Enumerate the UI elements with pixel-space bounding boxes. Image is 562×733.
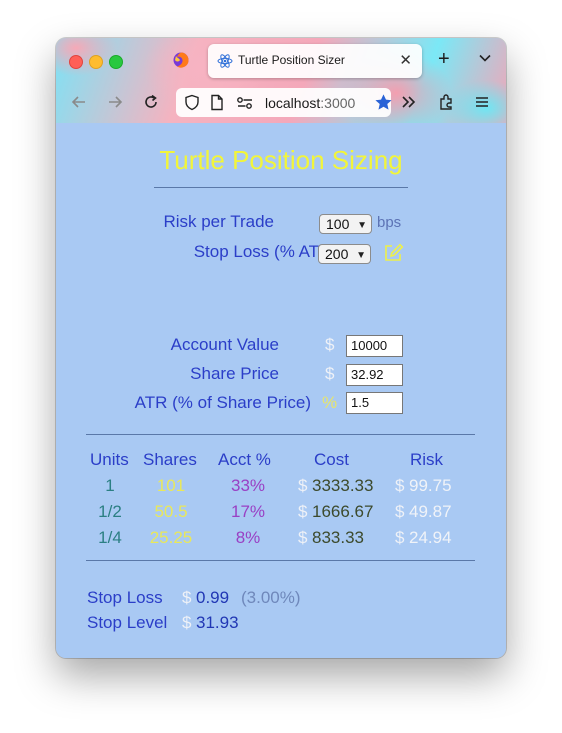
cell-shares: 25.25: [149, 528, 193, 547]
dollar-sign: $: [395, 502, 405, 521]
dollar-sign: $: [182, 588, 192, 607]
page-icon[interactable]: [210, 94, 224, 111]
stop-loss-summary-value: 0.99: [196, 588, 230, 607]
stop-loss-summary-label: Stop Loss: [87, 588, 163, 607]
header-units: Units: [90, 450, 129, 469]
cell-units: 1/2: [98, 502, 122, 521]
risk-per-trade-select[interactable]: 100 ▼: [319, 214, 372, 234]
account-value-input[interactable]: 10000: [346, 335, 403, 357]
close-window-button[interactable]: [69, 55, 83, 69]
firefox-icon[interactable]: [173, 52, 189, 68]
react-logo-icon: [217, 54, 233, 68]
stop-loss-summary-percent: (3.00%): [241, 588, 301, 607]
risk-per-trade-label: Risk per Trade: [163, 212, 274, 231]
share-price-label: Share Price: [190, 364, 279, 383]
zoom-window-button[interactable]: [109, 55, 123, 69]
forward-arrow-icon[interactable]: [106, 93, 124, 111]
shield-icon[interactable]: [184, 94, 200, 111]
tab-bar: Turtle Position Sizer ✕ +: [56, 38, 506, 82]
risk-per-trade-value: 100: [326, 216, 350, 232]
overflow-chevrons-icon[interactable]: [400, 93, 418, 111]
cell-cost: 833.33: [312, 528, 364, 547]
dollar-sign: $: [298, 502, 308, 521]
minimize-window-button[interactable]: [89, 55, 103, 69]
dollar-sign: $: [325, 364, 335, 383]
bookmark-star-icon[interactable]: [374, 93, 393, 112]
dollar-sign: $: [298, 528, 308, 547]
dollar-sign: $: [395, 528, 405, 547]
tab-title: Turtle Position Sizer: [238, 53, 345, 67]
dollar-sign: $: [395, 476, 405, 495]
app-page: Turtle Position Sizing Risk per Trade 10…: [56, 123, 506, 658]
browser-window: Turtle Position Sizer ✕ + localhost:3000…: [56, 38, 506, 658]
permissions-icon[interactable]: [236, 96, 254, 110]
page-title: Turtle Position Sizing: [159, 145, 403, 175]
navigation-toolbar: localhost:3000: [56, 82, 506, 123]
risk-unit-label: bps: [377, 214, 402, 231]
edit-pencil-icon[interactable]: [383, 243, 405, 263]
cell-shares: 101: [156, 476, 186, 495]
cell-acct: 17%: [230, 502, 266, 521]
dollar-sign: $: [325, 335, 335, 354]
stop-loss-atr-label: Stop Loss (% ATR): [193, 242, 337, 261]
chevron-down-icon: ▼: [356, 250, 366, 261]
tab-close-icon[interactable]: ✕: [399, 51, 412, 69]
cell-cost: 1666.67: [312, 502, 374, 521]
stop-loss-atr-select[interactable]: 200 ▼: [318, 244, 371, 264]
title-divider: [154, 187, 408, 188]
cell-acct: 33%: [230, 476, 266, 495]
url-bar[interactable]: localhost:3000: [176, 88, 393, 117]
reload-icon[interactable]: [142, 93, 160, 111]
section-divider: [86, 434, 475, 435]
url-host: localhost: [265, 95, 321, 111]
cell-shares: 50.5: [154, 502, 188, 521]
header-acct: Acct %: [218, 450, 271, 469]
header-risk: Risk: [410, 450, 444, 469]
menu-icon[interactable]: [473, 93, 491, 111]
url-port: :3000: [320, 95, 356, 111]
browser-chrome: Turtle Position Sizer ✕ + localhost:3000: [56, 38, 506, 123]
cell-units: 1: [105, 476, 115, 495]
url-text[interactable]: localhost:3000: [265, 95, 355, 111]
cell-cost: 3333.33: [312, 476, 374, 495]
header-cost: Cost: [314, 450, 349, 469]
share-price-input[interactable]: 32.92: [346, 364, 403, 386]
cell-risk: 49.87: [409, 502, 452, 521]
stop-level-summary-label: Stop Level: [87, 613, 168, 632]
cell-acct: 8%: [235, 528, 261, 547]
cell-risk: 99.75: [409, 476, 452, 495]
header-shares: Shares: [143, 450, 197, 469]
atr-input[interactable]: 1.5: [346, 392, 403, 414]
cell-units: 1/4: [98, 528, 122, 547]
tab-list-chevron-down-icon[interactable]: [478, 51, 492, 65]
extensions-icon[interactable]: [437, 93, 455, 111]
cell-risk: 24.94: [409, 528, 452, 547]
dollar-sign: $: [298, 476, 308, 495]
section-divider: [86, 560, 475, 561]
stop-level-summary-value: 31.93: [196, 613, 239, 632]
back-arrow-icon[interactable]: [70, 93, 88, 111]
account-value-label: Account Value: [170, 335, 279, 354]
chevron-down-icon: ▼: [357, 220, 367, 231]
tab-turtle-position-sizer[interactable]: Turtle Position Sizer ✕: [208, 44, 422, 78]
atr-label: ATR (% of Share Price): [134, 393, 311, 412]
stop-loss-atr-value: 200: [325, 246, 349, 262]
new-tab-button[interactable]: +: [438, 49, 450, 69]
percent-sign: %: [322, 393, 338, 412]
dollar-sign: $: [182, 613, 192, 632]
